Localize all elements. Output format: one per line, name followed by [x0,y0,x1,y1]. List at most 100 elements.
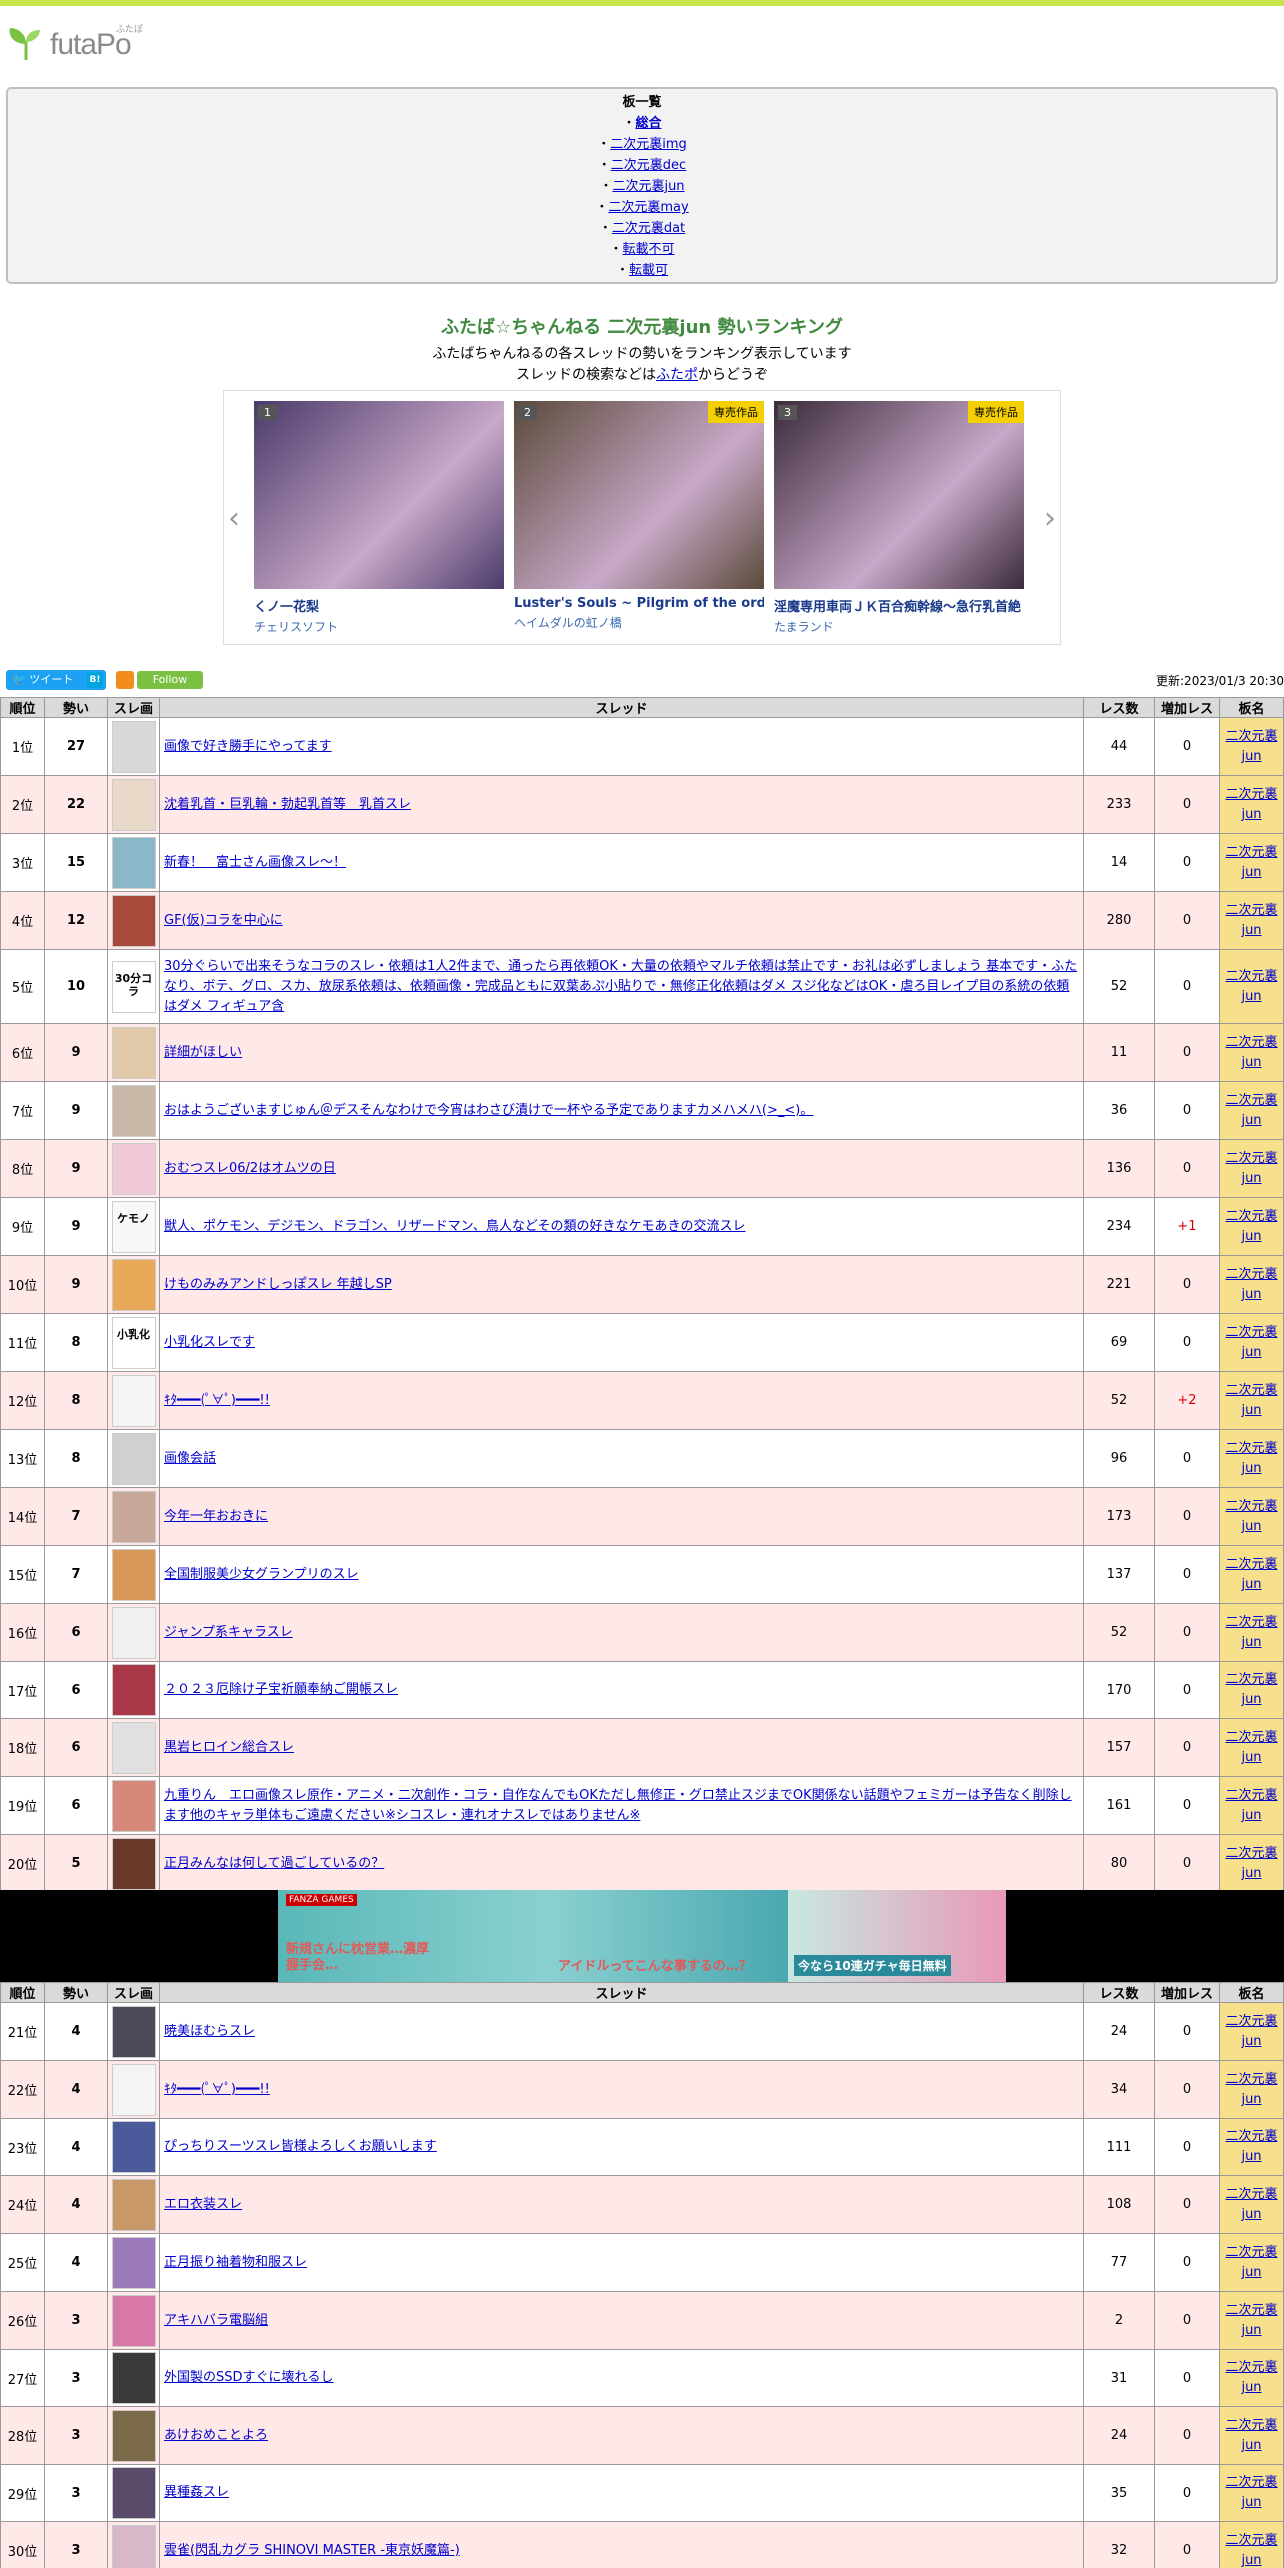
thread-link[interactable]: おはようございますじゅん＠デスそんなわけで今宵はわさび漬けで一杯やる予定でありま… [164,1103,813,1118]
futapo-link[interactable]: ふたポ [656,367,698,383]
board-link[interactable]: 総合 [636,116,662,131]
board-link[interactable]: 転載不可 [623,242,675,257]
carousel-item[interactable]: 3 専売作品 淫魔専用車両ＪＫ百合痴幹線〜急行乳首絶 たまランド [774,401,1024,635]
board-name-link[interactable]: 二次元裏jun [1225,1557,1277,1592]
thread-thumbnail[interactable] [111,1837,156,1890]
board-name-link[interactable]: 二次元裏jun [1225,1788,1277,1823]
carousel-prev-icon[interactable]: ‹ [228,501,240,536]
thread-thumbnail[interactable] [111,2294,156,2347]
thread-thumbnail[interactable] [111,2121,156,2173]
rss-icon[interactable] [116,671,134,689]
carousel-next-icon[interactable]: › [1044,501,1056,536]
board-link[interactable]: 転載可 [629,263,668,278]
board-link[interactable]: 二次元裏img [610,137,687,152]
thread-thumbnail[interactable] [111,2524,156,2568]
thread-link[interactable]: 獣人、ポケモン、デジモン、ドラゴン、リザードマン、鳥人などその類の好きなケモあき… [164,1219,746,1234]
thread-link[interactable]: 異種姦スレ [164,2485,229,2500]
thread-thumbnail[interactable] [111,1142,156,1195]
thread-link[interactable]: ジャンプ系キャラスレ [164,1625,293,1640]
carousel-item[interactable]: 1 くノ一花梨チェリスソフト [254,401,504,635]
board-name-link[interactable]: 二次元裏jun [1225,1325,1277,1360]
board-name-link[interactable]: 二次元裏jun [1225,2418,1277,2453]
thread-thumbnail[interactable] [111,2467,156,2519]
thread-thumbnail[interactable] [111,836,156,889]
product-image[interactable]: 1 [254,401,504,589]
thread-link[interactable]: 正月振り袖着物和服スレ [164,2255,307,2270]
site-logo[interactable]: futaPo ふたぽ [6,22,156,66]
thread-thumbnail[interactable] [111,1664,156,1716]
thread-link[interactable]: おむつスレ06/2はオムツの日 [164,1161,336,1176]
thread-thumbnail[interactable] [111,2063,156,2116]
board-link[interactable]: 二次元裏may [608,200,688,215]
board-name-link[interactable]: 二次元裏jun [1225,1267,1277,1302]
board-name-link[interactable]: 二次元裏jun [1225,1383,1277,1418]
board-name-link[interactable]: 二次元裏jun [1225,969,1277,1004]
product-name[interactable]: くノ一花梨 [254,596,504,615]
thread-thumbnail[interactable] [111,778,156,831]
circle-name[interactable]: チェリスソフト [254,618,504,635]
board-link[interactable]: 二次元裏dec [611,158,686,173]
thread-thumbnail[interactable] [111,720,156,773]
thread-link[interactable]: 沈着乳首・巨乳輪・勃起乳首等 乳首スレ [164,797,411,812]
board-name-link[interactable]: 二次元裏jun [1225,1151,1277,1186]
thread-link[interactable]: 正月みんなは何して過ごしているの？ [164,1856,384,1871]
thread-link[interactable]: 画像で好き勝手にやってます [164,739,332,754]
thread-thumbnail[interactable] [111,2236,156,2289]
thread-thumbnail[interactable] [111,1026,156,1079]
board-name-link[interactable]: 二次元裏jun [1225,2360,1277,2395]
ad-panel-1[interactable]: FANZA GAMES 新規さんに枕営業…濃厚握手会… [278,1890,548,1982]
thread-thumbnail[interactable] [111,894,156,947]
board-name-link[interactable]: 二次元裏jun [1225,2072,1277,2107]
thread-thumbnail[interactable] [111,1548,156,1601]
product-name[interactable]: Luster's Souls ~ Pilgrim of the ordeal [514,596,764,611]
thread-link[interactable]: 全国制服美少女グランプリのスレ [164,1567,359,1582]
thread-thumbnail[interactable] [111,1721,156,1774]
thread-thumbnail[interactable] [111,1374,156,1427]
board-name-link[interactable]: 二次元裏jun [1225,2187,1277,2222]
thread-link[interactable]: アキハバラ電脳組 [164,2313,268,2328]
carousel-item[interactable]: 2 専売作品 Luster's Souls ~ Pilgrim of the ord… [514,401,764,631]
board-name-link[interactable]: 二次元裏jun [1225,1672,1277,1707]
board-name-link[interactable]: 二次元裏jun [1225,1209,1277,1244]
thread-link[interactable]: 30分ぐらいで出来そうなコラのスレ・依頼は1人2件まで、通ったら再依頼OK・大量… [164,959,1077,1014]
thread-thumbnail[interactable]: ケモノ [111,1200,156,1253]
board-link[interactable]: 二次元裏dat [612,221,685,236]
thread-link[interactable]: GF(仮)コラを中心に [164,913,283,928]
thread-thumbnail[interactable] [111,1606,156,1659]
board-name-link[interactable]: 二次元裏jun [1225,1615,1277,1650]
thread-thumbnail[interactable] [111,1084,156,1137]
thread-thumbnail[interactable] [111,1779,156,1832]
thread-link[interactable]: ぴっちりスーツスレ皆様よろしくお願いします [164,2139,437,2154]
thread-link[interactable]: 暁美ほむらスレ [164,2024,255,2039]
ad-banner[interactable]: FANZA GAMES 新規さんに枕営業…濃厚握手会… アイドルってこんな事する… [0,1890,1284,1982]
circle-name[interactable]: たまランド [774,618,1024,635]
board-name-link[interactable]: 二次元裏jun [1225,787,1277,822]
board-name-link[interactable]: 二次元裏jun [1225,2129,1277,2164]
thread-thumbnail[interactable] [111,1490,156,1543]
thread-link[interactable]: 黒岩ヒロイン総合スレ [164,1740,294,1755]
thread-link[interactable]: 九重りん エロ画像スレ原作・アニメ・二次創作・コラ・自作なんでもOKただし無修正… [164,1788,1072,1823]
product-image[interactable]: 2 専売作品 [514,401,764,589]
thread-thumbnail[interactable] [111,1258,156,1311]
thread-link[interactable]: ｷﾀ━━━(ﾟ∀ﾟ)━━━!! [164,1393,270,1408]
board-name-link[interactable]: 二次元裏jun [1225,903,1277,938]
board-name-link[interactable]: 二次元裏jun [1225,729,1277,764]
board-name-link[interactable]: 二次元裏jun [1225,2014,1277,2049]
ad-panel-3[interactable]: 今なら10連ガチャ毎日無料 [788,1890,1006,1982]
board-name-link[interactable]: 二次元裏jun [1225,1499,1277,1534]
thread-link[interactable]: あけおめことよろ [164,2428,268,2443]
thread-link[interactable]: ２０２３厄除け子宝祈願奉納ご開帳スレ [164,1682,398,1697]
thread-link[interactable]: 今年一年おおきに [164,1509,268,1524]
thread-thumbnail[interactable] [111,2352,156,2404]
follow-button[interactable]: Follow [137,671,203,689]
thread-thumbnail[interactable] [111,2005,156,2058]
thread-link[interactable]: ｷﾀ━━━(ﾟ∀ﾟ)━━━!! [164,2082,270,2097]
board-name-link[interactable]: 二次元裏jun [1225,2303,1277,2338]
product-image[interactable]: 3 専売作品 [774,401,1024,589]
board-name-link[interactable]: 二次元裏jun [1225,845,1277,880]
ad-panel-2[interactable]: アイドルってこんな事するの…？ [548,1890,788,1982]
thread-thumbnail[interactable] [111,2409,156,2462]
thread-link[interactable]: 新春！ 富士さん画像スレ～！ [164,855,346,870]
circle-name[interactable]: ヘイムダルの虹ノ橋 [514,614,764,631]
thread-thumbnail[interactable] [111,2178,156,2231]
